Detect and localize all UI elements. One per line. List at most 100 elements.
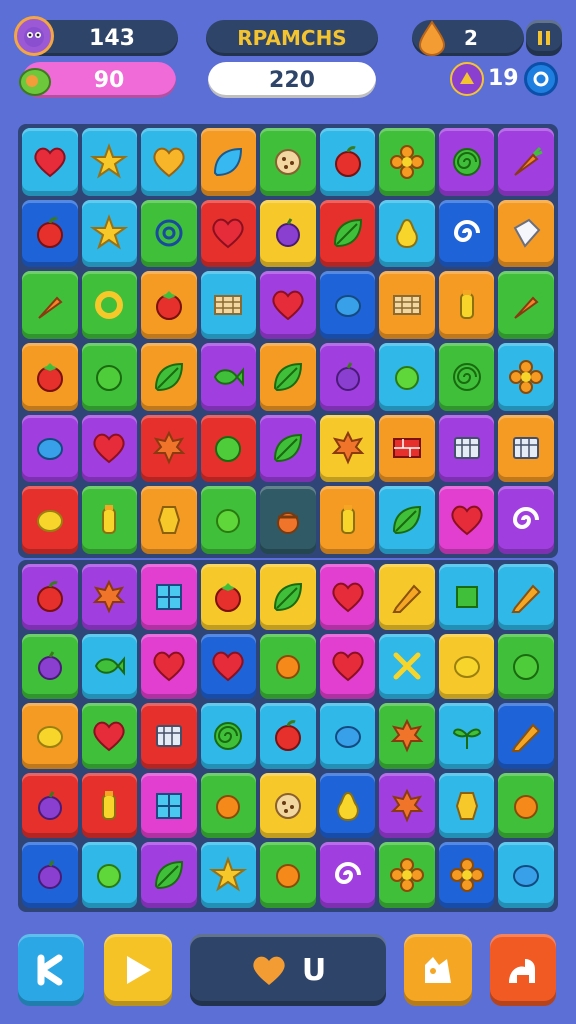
center-action-button[interactable]: U [190,934,386,1006]
back-button[interactable] [18,934,84,1006]
tile-brick[interactable] [379,414,435,483]
tile-apple[interactable] [260,703,316,769]
tile-orange[interactable] [200,772,257,839]
tile-flower[interactable] [438,842,495,908]
tile-star[interactable] [81,128,138,196]
tile-maple[interactable] [81,564,138,630]
tile-bush[interactable] [81,342,138,411]
tile-leaf[interactable] [260,414,316,483]
tile-orange[interactable] [260,842,316,908]
tile-heart[interactable] [438,486,495,554]
tile-pear[interactable] [319,772,376,839]
tile-block[interactable] [379,271,435,339]
tile-maple[interactable] [379,703,435,769]
tile-spiral[interactable] [319,842,376,908]
tile-fish[interactable] [200,342,257,411]
tile-box[interactable] [498,414,554,483]
tile-lemon[interactable] [438,633,495,700]
tile-pencil[interactable] [498,703,554,769]
boost-button[interactable] [404,934,472,1006]
tile-swirl-blue[interactable] [141,199,197,268]
tile-tomato[interactable] [200,564,257,630]
tile-carrot[interactable] [498,271,554,339]
tile-bottle[interactable] [438,271,495,339]
tile-apple[interactable] [22,564,78,630]
tile-plum[interactable] [22,842,78,908]
tile-leaf[interactable] [260,564,316,630]
tile-egg[interactable] [498,842,554,908]
tile-lime[interactable] [200,486,257,554]
tile-cube-white[interactable] [498,199,554,268]
tile-swirl[interactable] [438,342,495,411]
tile-leaf[interactable] [260,342,316,411]
tile-heart[interactable] [260,271,316,339]
tile-maple[interactable] [319,414,376,483]
tile-heart[interactable] [141,633,197,700]
tile-acorn[interactable] [260,486,316,554]
tile-sprout[interactable] [438,703,495,769]
tile-lime[interactable] [81,842,138,908]
tile-flower[interactable] [498,342,554,411]
tile-bush[interactable] [200,414,257,483]
tile-pencil[interactable] [498,564,554,630]
tile-heart[interactable] [319,564,376,630]
tile-block[interactable] [200,271,257,339]
tile-apple[interactable] [22,199,78,268]
tile-tomato[interactable] [141,271,197,339]
tile-carrot[interactable] [498,128,554,196]
tile-lime[interactable] [379,342,435,411]
pause-button[interactable] [526,20,562,56]
tile-pencil[interactable] [379,564,435,630]
tile-window[interactable] [141,772,197,839]
shop-button[interactable] [490,934,556,1006]
tile-fish[interactable] [81,633,138,700]
tile-bush[interactable] [498,633,554,700]
tile-bottle[interactable] [81,486,138,554]
tile-plum[interactable] [319,342,376,411]
tile-maple[interactable] [141,414,197,483]
tile-box[interactable] [141,703,197,769]
tile-heart[interactable] [200,633,257,700]
tile-crystal[interactable] [438,772,495,839]
tile-crystal[interactable] [141,486,197,554]
tile-heart[interactable] [200,199,257,268]
tile-leaf-blue[interactable] [200,128,257,196]
tile-window[interactable] [141,564,197,630]
tile-lemon[interactable] [22,486,78,554]
tile-pear[interactable] [379,199,435,268]
tile-ring[interactable] [81,271,138,339]
tile-apple[interactable] [319,128,376,196]
tile-swirl[interactable] [438,128,495,196]
tile-tomato[interactable] [22,342,78,411]
tile-leaf[interactable] [319,199,376,268]
tile-leaf[interactable] [141,342,197,411]
tile-cube[interactable] [438,564,495,630]
tile-heart[interactable] [81,703,138,769]
tile-lemon[interactable] [22,703,78,769]
tile-swirl[interactable] [200,703,257,769]
tile-leaf[interactable] [379,486,435,554]
tile-orange[interactable] [498,772,554,839]
tile-egg[interactable] [319,271,376,339]
tile-flower[interactable] [379,842,435,908]
tile-bottle[interactable] [319,486,376,554]
tile-flower[interactable] [379,128,435,196]
tile-heart-gold[interactable] [141,128,197,196]
tile-carrot[interactable] [22,271,78,339]
tile-star[interactable] [200,842,257,908]
tile-plum[interactable] [22,633,78,700]
tile-egg[interactable] [22,414,78,483]
tile-heart[interactable] [81,414,138,483]
tile-cookie[interactable] [260,128,316,196]
tile-cross[interactable] [379,633,435,700]
tile-bottle[interactable] [81,772,138,839]
tile-heart[interactable] [319,633,376,700]
tile-box[interactable] [438,414,495,483]
tile-cookie[interactable] [260,772,316,839]
tile-star[interactable] [81,199,138,268]
tile-plum[interactable] [260,199,316,268]
tile-orange[interactable] [260,633,316,700]
tile-leaf[interactable] [141,842,197,908]
tile-plum[interactable] [22,772,78,839]
tile-egg[interactable] [319,703,376,769]
